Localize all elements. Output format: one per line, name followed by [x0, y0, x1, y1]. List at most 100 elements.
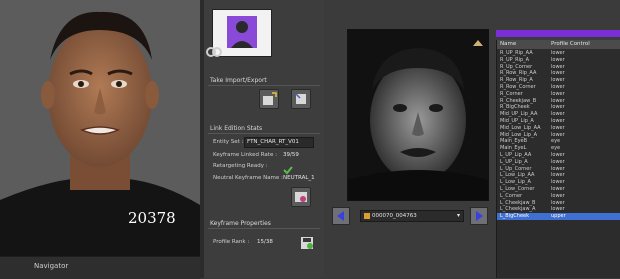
frame-number: 20378 — [128, 209, 176, 227]
table-row[interactable]: L_Up_Corner lower — [497, 166, 620, 173]
camera-icon[interactable] — [472, 33, 484, 46]
row-name: L_Low_Corner — [500, 186, 535, 192]
row-name: R_UP_Rip_AA — [500, 50, 533, 56]
row-name: R_Row_Rip_A — [500, 77, 533, 84]
entity-set-label: Entity Set : — [213, 139, 244, 145]
next-arrow-icon — [476, 211, 483, 221]
table-row[interactable]: R_Row_Rip_A lower — [497, 77, 620, 84]
table-row[interactable]: Main_EyeL eye — [497, 145, 620, 152]
row-name: Main_EyeB — [500, 138, 528, 145]
table-row[interactable]: R_BigCheek lower — [497, 104, 620, 111]
3d-viewport[interactable]: 20378 — [0, 0, 200, 256]
take-select-value: 000070_004763 — [372, 213, 417, 219]
row-name: L_Up_Corner — [500, 165, 532, 172]
import-take-button[interactable] — [259, 89, 279, 109]
export-take-icon — [295, 93, 306, 104]
entity-set-field[interactable]: FTN_CHAR_RT_V01 — [244, 137, 314, 148]
table-row[interactable]: L_Low_Lip_A lower — [497, 179, 620, 186]
row-profile: lower — [551, 118, 565, 124]
row-profile: lower — [551, 206, 565, 213]
table-row[interactable]: L_Cheekjaw_A lower — [497, 206, 620, 213]
table-row[interactable]: L_Corner lower — [497, 193, 620, 200]
row-profile: eye — [551, 138, 561, 145]
table-row[interactable]: L_Low_Lip_AA lower — [497, 172, 620, 179]
take-select[interactable]: 000070_004763 ▾ — [360, 210, 464, 222]
row-name: L_UP_Lip_AA — [500, 152, 532, 158]
row-profile: lower — [551, 90, 565, 97]
row-profile: lower — [551, 172, 565, 179]
row-name: Mid_UP_Lip_A — [500, 118, 534, 124]
row-profile: lower — [551, 192, 565, 199]
keyframe-linked-rate-value: 39/59 — [283, 152, 299, 158]
prev-arrow-icon — [337, 211, 344, 221]
row-profile: lower — [551, 84, 565, 90]
row-name: Main_EyeL — [500, 145, 527, 152]
section-divider — [208, 85, 320, 86]
table-row[interactable]: R_Corner lower — [497, 91, 620, 98]
table-header: Name Profile Control — [497, 40, 620, 49]
row-profile: lower — [551, 111, 565, 118]
row-profile: eye — [551, 145, 561, 152]
table-row[interactable]: R_Row_Rip_AA lower — [497, 70, 620, 77]
column-header-profile[interactable]: Profile Control — [551, 41, 590, 47]
table-row[interactable]: Mid_UP_Lip_AA lower — [497, 111, 620, 118]
neutral-keyframe-name-value: NEUTRAL_1 — [283, 175, 315, 181]
table-row[interactable]: Mid_UP_Lip_A lower — [497, 118, 620, 125]
table-row[interactable]: Mid_Low_Lip_AA lower — [497, 125, 620, 132]
next-take-button[interactable] — [470, 207, 488, 225]
table-row[interactable]: R_Up_Corner lower — [497, 64, 620, 71]
profile-table[interactable]: Name Profile Control R_UP_Rip_AA lower R_U… — [496, 40, 620, 278]
row-profile: lower — [551, 104, 565, 111]
navigator-label: Navigator — [34, 262, 69, 270]
row-profile: lower — [551, 70, 565, 77]
export-take-button[interactable] — [291, 89, 311, 109]
table-row[interactable]: L_Low_Corner lower — [497, 186, 620, 193]
table-row[interactable]: R_UP_Rip_AA lower — [497, 50, 620, 57]
row-profile: upper — [551, 213, 566, 220]
table-row[interactable]: L_BigCheek upper — [497, 213, 620, 220]
table-row[interactable]: R_UP_Rip_A lower — [497, 57, 620, 64]
table-row[interactable]: L_UP_Lip_AA lower — [497, 152, 620, 159]
navigator-bar[interactable]: Navigator — [0, 256, 200, 279]
table-row[interactable]: L_Cheekjaw_B lower — [497, 200, 620, 207]
row-profile: lower — [551, 56, 565, 63]
row-name: R_Corner — [500, 90, 523, 97]
column-header-name[interactable]: Name — [500, 41, 516, 47]
section-divider — [208, 228, 320, 229]
take-select-icon — [364, 213, 370, 219]
table-row[interactable]: R_Cheekjaw_B lower — [497, 98, 620, 105]
row-name: L_UP_Lip_A — [500, 158, 528, 165]
row-name: L_Low_Lip_A — [500, 179, 531, 186]
retargeting-ready-label: Retargeting Ready : — [213, 163, 268, 169]
row-name: R_BigCheek — [500, 104, 530, 111]
table-row[interactable]: Mid_Low_Lip_A lower — [497, 132, 620, 139]
table-row[interactable]: Main_EyeB eye — [497, 138, 620, 145]
section-divider — [208, 133, 320, 134]
row-name: Mid_UP_Lip_AA — [500, 111, 538, 118]
row-name: R_Up_Corner — [500, 63, 533, 70]
table-row[interactable]: R_Row_Corner lower — [497, 84, 620, 91]
prev-take-button[interactable] — [332, 207, 350, 225]
keyframe-settings-button[interactable] — [291, 187, 311, 207]
save-button[interactable] — [300, 235, 314, 249]
link-icon[interactable] — [206, 44, 222, 58]
video-preview[interactable] — [347, 29, 489, 201]
row-name: L_Cheekjaw_B — [500, 199, 536, 206]
row-name: Mid_Low_Lip_AA — [500, 124, 541, 131]
row-name: L_Low_Lip_AA — [500, 172, 535, 179]
row-profile: lower — [551, 179, 565, 186]
table-row[interactable]: L_UP_Lip_A lower — [497, 159, 620, 166]
keyframe-linked-rate-label: Keyframe Linked Rate : — [213, 152, 277, 158]
row-profile: lower — [551, 131, 565, 138]
profile-rank-value: 15/38 — [257, 239, 273, 245]
row-name: L_BigCheek — [500, 213, 529, 220]
row-name: R_Row_Corner — [500, 84, 536, 90]
profile-rank-label: Profile Rank : — [213, 239, 250, 245]
check-icon — [283, 160, 293, 175]
chevron-down-icon: ▾ — [456, 212, 460, 219]
row-profile: lower — [551, 199, 565, 206]
row-profile: lower — [551, 124, 565, 131]
row-name: R_UP_Rip_A — [500, 56, 530, 63]
row-name: L_Corner — [500, 192, 523, 199]
row-profile: lower — [551, 63, 565, 70]
